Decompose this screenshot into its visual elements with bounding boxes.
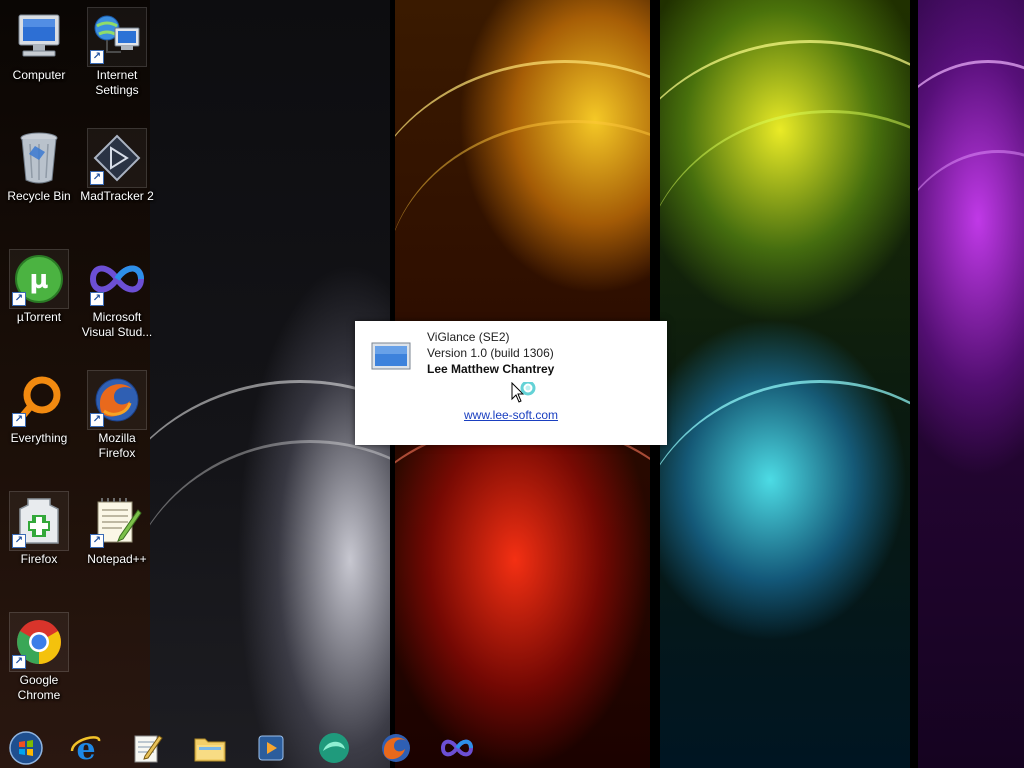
firefox-icon <box>382 734 410 762</box>
shortcut-arrow-icon: ↗ <box>90 292 104 306</box>
desktop-icon-everything[interactable]: ↗ Everything <box>1 371 77 446</box>
shortcut-arrow-icon: ↗ <box>90 413 104 427</box>
start-orb-icon <box>9 731 43 765</box>
notepad-plus-plus-icon: ↗ <box>88 492 146 550</box>
file-explorer-icon <box>194 738 226 762</box>
visual-studio-icon: ↗ <box>88 250 146 308</box>
wallpaper-band-yellow-cyan <box>660 0 910 768</box>
taskbar-visual-studio[interactable] <box>438 730 476 766</box>
desktop-icon-label: Computer <box>12 68 66 82</box>
taskbar-notepad[interactable] <box>128 730 166 766</box>
recycle-bin-icon <box>10 129 68 187</box>
everything-search-icon: ↗ <box>10 371 68 429</box>
notepad-icon <box>134 735 163 763</box>
taskbar-file-explorer[interactable] <box>191 730 229 766</box>
firefox-icon: ↗ <box>87 370 147 430</box>
desktop-icon-label: Mozilla Firefox <box>98 431 136 460</box>
chrome-icon: ↗ <box>9 612 69 672</box>
app-author: Lee Matthew Chantrey <box>427 362 555 376</box>
taskbar-firefox[interactable] <box>377 730 415 766</box>
desktop-icon-utorrent[interactable]: µ ↗ µTorrent <box>1 249 77 325</box>
desktop-icon-label: Google Chrome <box>17 673 61 702</box>
desktop-icon-notepad-plus-plus[interactable]: ↗ Notepad++ <box>79 492 155 567</box>
desktop-icon-label: Notepad++ <box>87 552 147 566</box>
desktop-icon-visual-studio[interactable]: ↗ Microsoft Visual Stud... <box>79 250 155 340</box>
shortcut-arrow-icon: ↗ <box>12 413 26 427</box>
svg-text:µ: µ <box>29 265 48 295</box>
shortcut-arrow-icon: ↗ <box>90 50 104 64</box>
shortcut-arrow-icon: ↗ <box>12 292 26 306</box>
shortcut-arrow-icon: ↗ <box>12 534 26 548</box>
utorrent-icon: µ ↗ <box>9 249 69 309</box>
desktop-icon-mozilla-firefox[interactable]: ↗ Mozilla Firefox <box>79 370 155 461</box>
desktop-icon-recycle-bin[interactable]: Recycle Bin <box>1 129 77 204</box>
wallpaper-band-purple <box>918 0 1024 768</box>
desktop-icon-label: Everything <box>10 431 68 445</box>
taskbar: e <box>0 726 1024 768</box>
app-name: ViGlance (SE2) <box>427 330 510 344</box>
desktop-icon-label: Recycle Bin <box>7 189 71 203</box>
desktop-icon-label: MadTracker 2 <box>80 189 154 203</box>
network-icon: ↗ <box>87 7 147 67</box>
madtracker-icon: ↗ <box>87 128 147 188</box>
desktop-icon-internet-settings[interactable]: ↗ Internet Settings <box>79 7 155 98</box>
mouse-cursor-busy-icon <box>511 380 541 413</box>
shortcut-arrow-icon: ↗ <box>90 534 104 548</box>
shortcut-arrow-icon: ↗ <box>90 171 104 185</box>
desktop-icon-label: Firefox <box>20 552 58 566</box>
desktop-icon-label: µTorrent <box>16 310 62 324</box>
desktop-icon-google-chrome[interactable]: ↗ Google Chrome <box>1 612 77 703</box>
firefox-portable-icon: ↗ <box>9 491 69 551</box>
monitor-icon <box>371 341 411 378</box>
taskbar-media-player[interactable] <box>252 730 290 766</box>
desktop-icon-label: Internet Settings <box>95 68 139 97</box>
desktop-icon-label: Microsoft Visual Stud... <box>81 310 153 339</box>
app-version: Version 1.0 (build 1306) <box>427 346 554 360</box>
visual-studio-icon <box>440 739 474 757</box>
viglance-icon <box>319 733 349 763</box>
wallpaper-band-white <box>150 0 390 768</box>
taskbar-internet-explorer[interactable]: e <box>67 730 105 766</box>
computer-icon <box>10 8 68 66</box>
taskbar-viglance[interactable] <box>315 730 353 766</box>
start-button[interactable] <box>7 730 45 766</box>
desktop-icon-computer[interactable]: Computer <box>1 8 77 83</box>
desktop-icon-firefox[interactable]: ↗ Firefox <box>1 491 77 567</box>
media-player-icon <box>258 735 284 761</box>
internet-explorer-icon: e <box>70 732 101 765</box>
shortcut-arrow-icon: ↗ <box>12 655 26 669</box>
desktop-icon-madtracker-2[interactable]: ↗ MadTracker 2 <box>79 128 155 204</box>
